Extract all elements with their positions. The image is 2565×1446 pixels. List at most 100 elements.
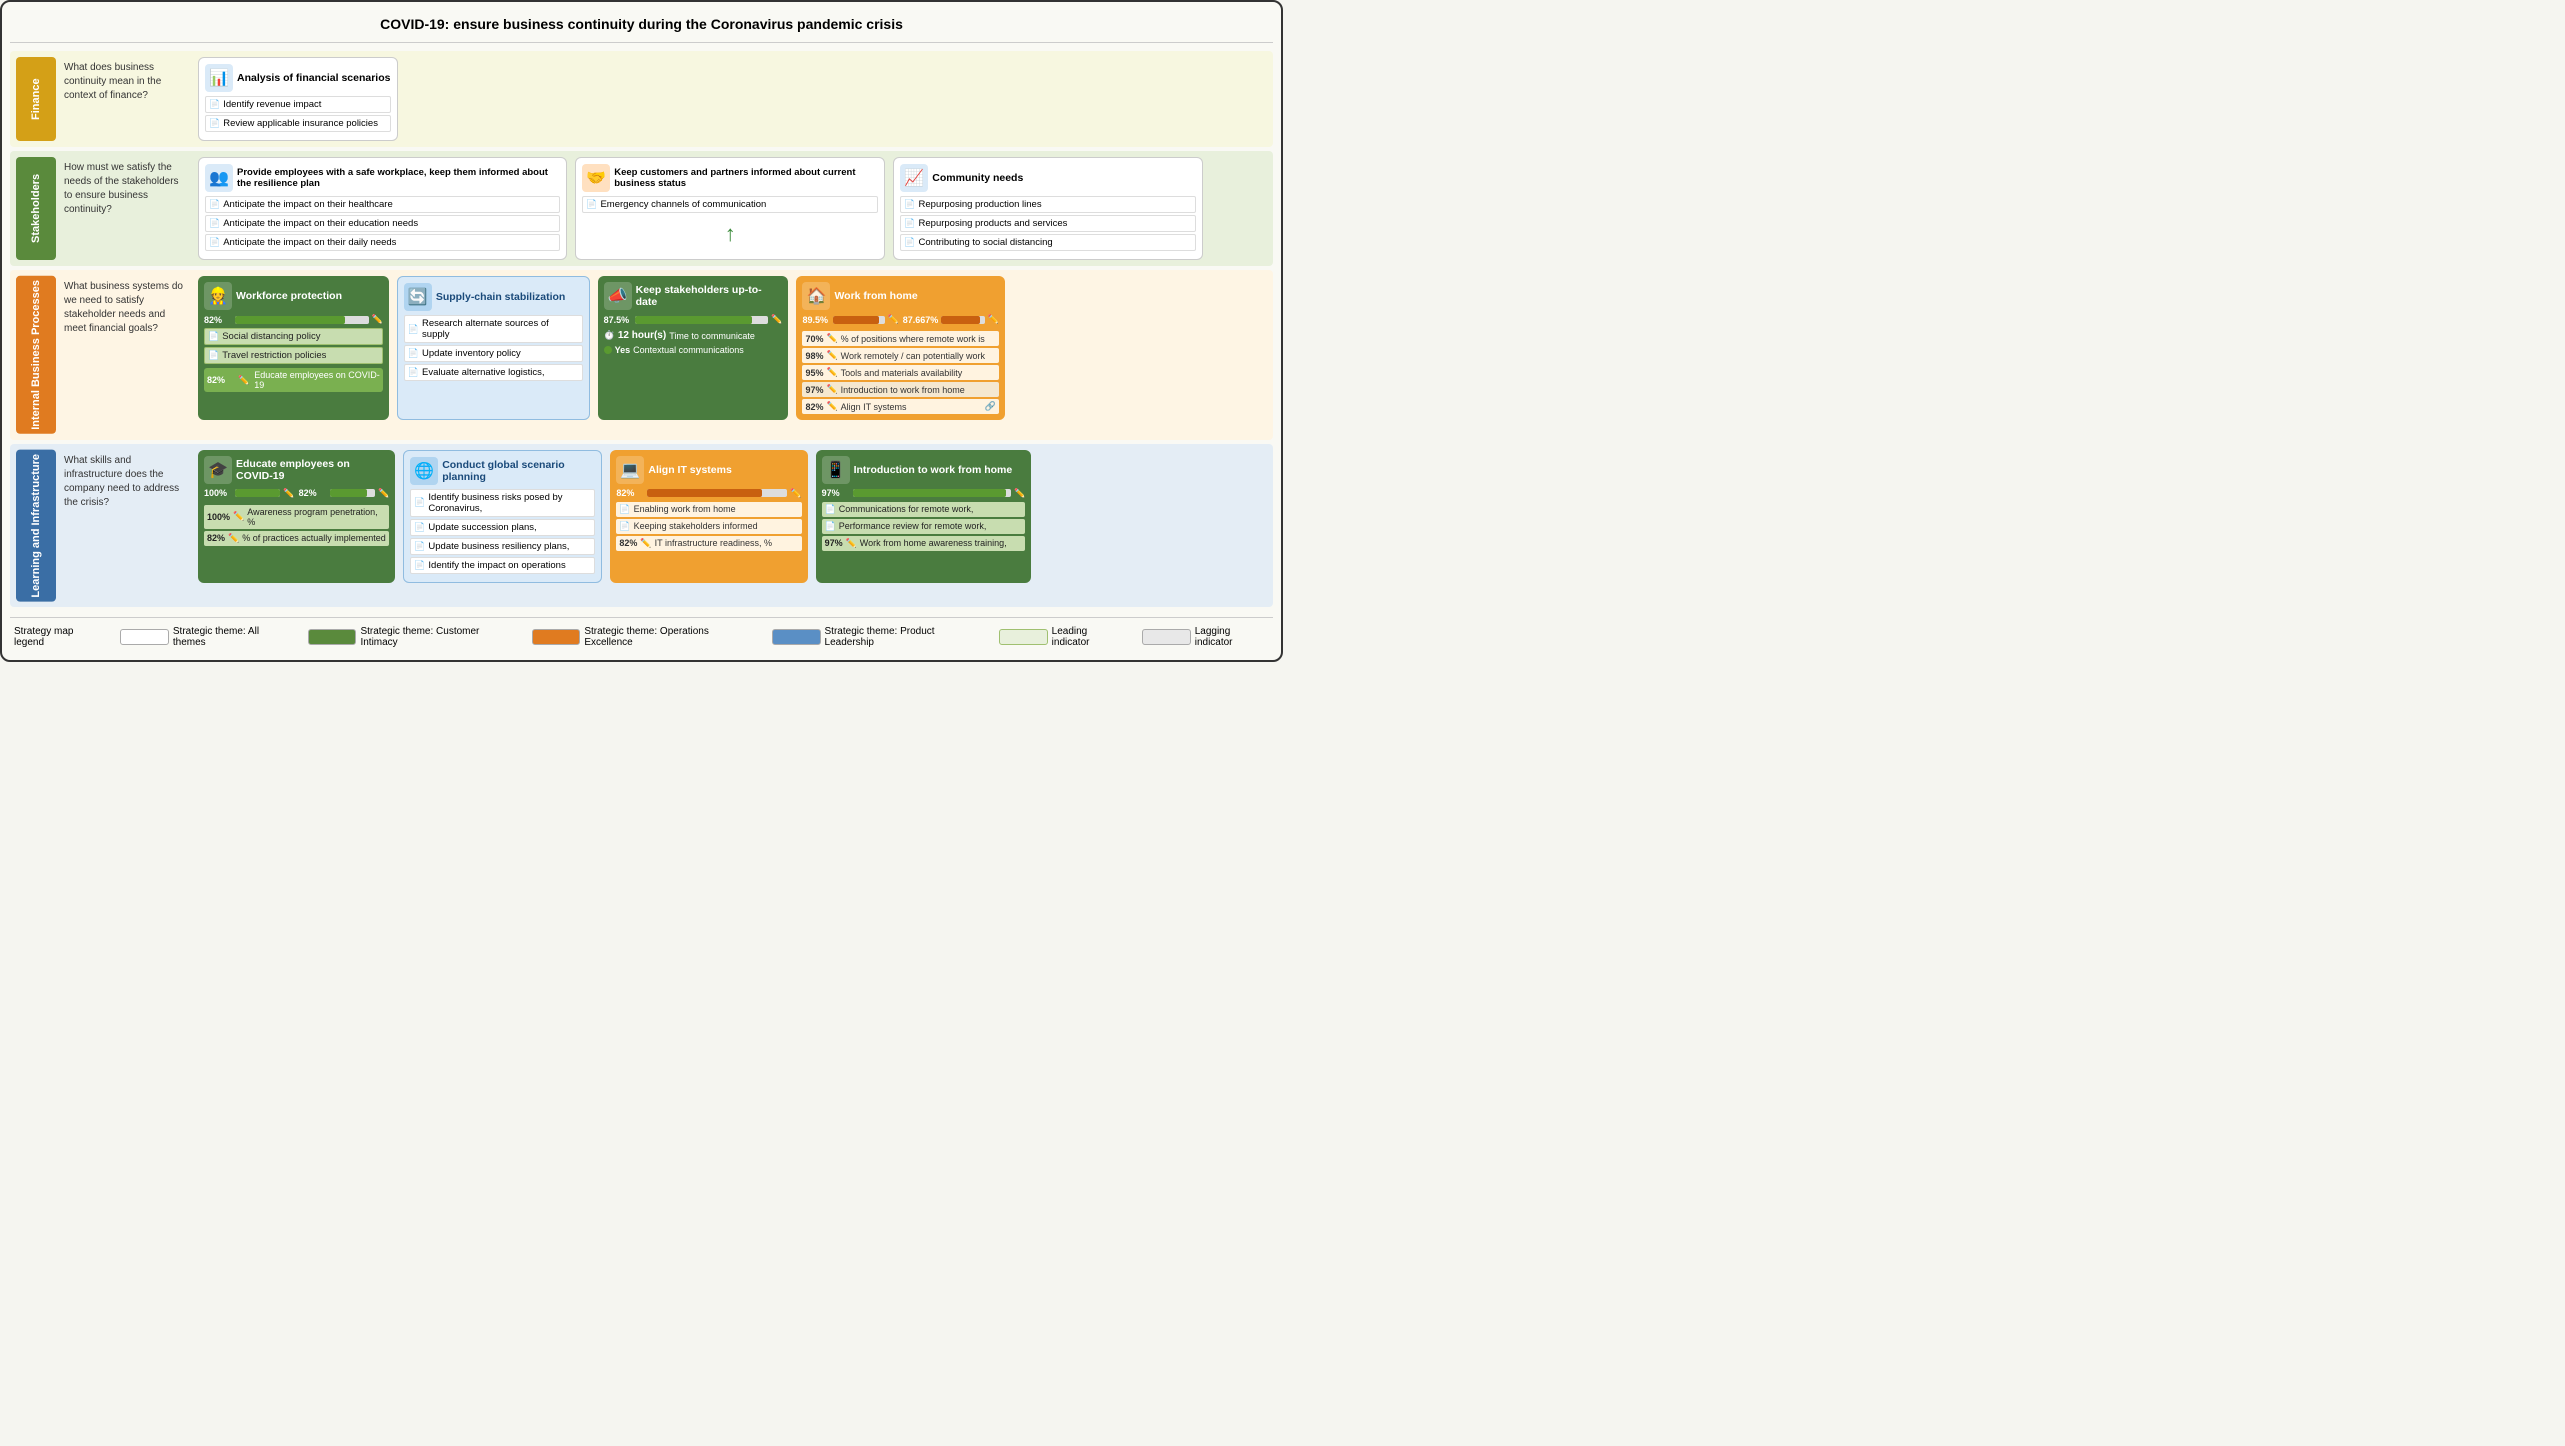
intro-wfh-bar bbox=[853, 489, 1011, 497]
stakeholders-card-3: 📈 Community needs 📄 Repurposing producti… bbox=[893, 157, 1203, 260]
wfh-icon-3: ✏️ bbox=[826, 367, 837, 378]
legend-box-lagging bbox=[1142, 629, 1191, 645]
legend-product: Strategic theme: Product Leadership bbox=[772, 626, 983, 648]
ksu-hours-label: Time to communicate bbox=[669, 331, 755, 341]
supply-title: Supply-chain stabilization bbox=[436, 291, 566, 303]
legend-customer: Strategic theme: Customer Intimacy bbox=[308, 626, 516, 648]
legend-box-all bbox=[120, 629, 169, 645]
finance-item-2: 📄 Review applicable insurance policies bbox=[205, 115, 391, 132]
internal-cards: 👷 Workforce protection 82% ✏️ bbox=[198, 276, 1005, 420]
ai-label-3: IT infrastructure readiness, % bbox=[655, 538, 772, 548]
s3-text-1: Repurposing production lines bbox=[919, 199, 1042, 210]
s1-text-3: Anticipate the impact on their daily nee… bbox=[223, 237, 396, 248]
main-title: COVID-19: ensure business continuity dur… bbox=[10, 10, 1273, 43]
scenario-item-3: 📄 Update business resiliency plans, bbox=[410, 538, 595, 555]
wfh-link-icon: 🔗 bbox=[985, 401, 996, 412]
legend-customer-label: Strategic theme: Customer Intimacy bbox=[360, 626, 515, 648]
educate-prog-1: 100% ✏️ bbox=[204, 488, 295, 502]
workforce-card: 👷 Workforce protection 82% ✏️ bbox=[198, 276, 389, 420]
w-text-1: Social distancing policy bbox=[222, 331, 320, 342]
scenario-item-1: 📄 Identify business risks posed by Coron… bbox=[410, 489, 595, 517]
iw-97: 97% bbox=[825, 538, 843, 548]
intro-wfh-kpi-2: 📄 Performance review for remote work, bbox=[822, 519, 1026, 534]
workforce-bar-fill-1 bbox=[235, 316, 345, 324]
legend-operations-label: Strategic theme: Operations Excellence bbox=[584, 626, 755, 648]
scenario-card: 🌐 Conduct global scenario planning 📄 Ide… bbox=[403, 450, 602, 583]
finance-card-title: Analysis of financial scenarios bbox=[237, 72, 390, 84]
s1-icon-1: 📄 bbox=[209, 199, 220, 210]
intro-wfh-bar-fill bbox=[853, 489, 1007, 497]
workforce-header: 👷 Workforce protection bbox=[204, 282, 383, 310]
ksu-pencil: ✏️ bbox=[771, 314, 782, 325]
intro-wfh-card: 📱 Introduction to work from home 97% ✏️ bbox=[816, 450, 1032, 583]
ksu-kpi-1: ⏱️ 12 hour(s) Time to communicate bbox=[604, 328, 783, 343]
workforce-pencil-1: ✏️ bbox=[372, 314, 383, 325]
legend-title: Strategy map legend bbox=[14, 626, 104, 648]
workforce-icon: 👷 bbox=[204, 282, 232, 310]
wfh-card: 🏠 Work from home 89.5% bbox=[796, 276, 1005, 420]
workforce-pct-1: 82% bbox=[204, 315, 232, 325]
w-icon-1: 📄 bbox=[208, 331, 219, 342]
wfh-prog-right: 87.667% ✏️ bbox=[903, 314, 999, 328]
learning-band: Learning and Infrastructure What skills … bbox=[10, 444, 1273, 608]
educate-top-progress: 100% ✏️ 82% bbox=[204, 488, 389, 502]
stakeholders-card-3-item-2: 📄 Repurposing products and services bbox=[900, 215, 1196, 232]
wfh-pencil-1: ✏️ bbox=[888, 314, 899, 325]
educate-icon: 🎓 bbox=[204, 456, 232, 484]
wfh-kpi-1: 70% ✏️ % of positions where remote work … bbox=[802, 331, 999, 346]
stakeholders-card-2: 🤝 Keep customers and partners informed a… bbox=[575, 157, 885, 260]
align-it-kpi-1: 📄 Enabling work from home bbox=[616, 502, 801, 517]
w-icon-2: 📄 bbox=[208, 350, 219, 361]
educate-kpi-1: 100% ✏️ Awareness program penetration, % bbox=[204, 505, 389, 529]
ksu-yes-label: Contextual communications bbox=[633, 345, 744, 355]
workforce-progress-text: Educate employees on COVID-19 bbox=[254, 370, 380, 390]
educate-bar-fill-2 bbox=[330, 489, 367, 497]
sc-text-1: Research alternate sources of supply bbox=[422, 318, 579, 340]
ksu-hours: 12 hour(s) bbox=[618, 330, 666, 341]
finance-band: Finance What does business continuity me… bbox=[10, 51, 1273, 147]
wfh-pct-2: 87.667% bbox=[903, 315, 939, 325]
iw-icon-1: 📄 bbox=[825, 504, 836, 515]
learning-label: Learning and Infrastructure bbox=[16, 450, 56, 602]
educate-label-1: Awareness program penetration, % bbox=[247, 507, 386, 527]
sc2-icon-2: 📄 bbox=[414, 522, 425, 533]
wfh-bar-fill-1 bbox=[833, 316, 879, 324]
stakeholders-uptodate-title: Keep stakeholders up-to-date bbox=[636, 284, 783, 308]
stakeholders-card-1-item-3: 📄 Anticipate the impact on their daily n… bbox=[205, 234, 560, 251]
educate-kpi-2: 82% ✏️ % of practices actually implement… bbox=[204, 531, 389, 546]
wfh-pr-2: 87.667% ✏️ bbox=[903, 314, 999, 325]
learning-question: What skills and infrastructure does the … bbox=[60, 450, 190, 514]
supply-item-3: 📄 Evaluate alternative logistics, bbox=[404, 364, 583, 381]
sc2-text-1: Identify business risks posed by Coronav… bbox=[428, 492, 591, 514]
legend-box-leading bbox=[999, 629, 1048, 645]
legend-lagging-label: Lagging indicator bbox=[1195, 626, 1269, 648]
s3-icon-1: 📄 bbox=[904, 199, 915, 210]
educate-bar-2 bbox=[330, 489, 375, 497]
workforce-title: Workforce protection bbox=[236, 290, 342, 302]
stakeholders-uptodate-header: 📣 Keep stakeholders up-to-date bbox=[604, 282, 783, 310]
stakeholders-card-2-title: Keep customers and partners informed abo… bbox=[614, 167, 878, 189]
sc-icon-1: 📄 bbox=[408, 324, 419, 335]
stakeholders-cards: 👥 Provide employees with a safe workplac… bbox=[198, 157, 1203, 260]
internal-label: Internal Business Processes bbox=[16, 276, 56, 434]
iw-label-2: Performance review for remote work, bbox=[839, 521, 987, 531]
wfh-pencil-2: ✏️ bbox=[988, 314, 999, 325]
intro-wfh-kpi-3: 97% ✏️ Work from home awareness training… bbox=[822, 536, 1026, 551]
educate-bar-1 bbox=[235, 489, 280, 497]
educate-100: 100% bbox=[207, 512, 230, 522]
scenario-icon: 🌐 bbox=[410, 457, 438, 485]
educate-pr-1: 100% ✏️ bbox=[204, 488, 295, 499]
workforce-item-1: 📄 Social distancing policy bbox=[204, 328, 383, 345]
align-it-progress: 82% ✏️ bbox=[616, 488, 801, 499]
workforce-progress-1: 82% ✏️ bbox=[204, 314, 383, 325]
sc-icon-2: 📄 bbox=[408, 348, 419, 359]
educate-pencil-2: ✏️ bbox=[378, 488, 389, 499]
scenario-title: Conduct global scenario planning bbox=[442, 459, 595, 483]
stakeholders-card-3-title: Community needs bbox=[932, 172, 1023, 184]
align-it-pct: 82% bbox=[616, 488, 644, 498]
ksu-bar bbox=[635, 316, 769, 324]
wfh-95: 95% bbox=[805, 368, 823, 378]
internal-band: Internal Business Processes What busines… bbox=[10, 270, 1273, 440]
educate-pencil-1: ✏️ bbox=[283, 488, 294, 499]
wfh-kpi-4: 97% ✏️ Introduction to work from home bbox=[802, 382, 999, 397]
